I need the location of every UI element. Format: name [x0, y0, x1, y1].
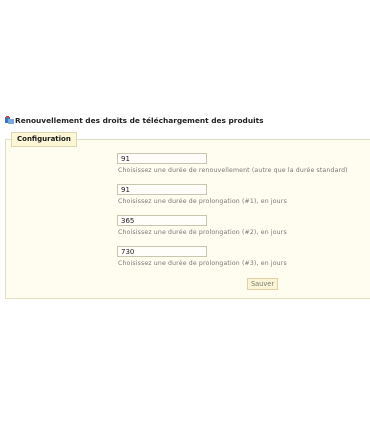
extension-3-input[interactable] — [117, 246, 207, 257]
extension-2-help: Choisissez une durée de prolongation (#2… — [118, 229, 287, 236]
configuration-legend: Configuration — [11, 132, 77, 147]
renewal-duration-input[interactable] — [117, 153, 207, 164]
extension-1-help: Choisissez une durée de prolongation (#1… — [118, 198, 287, 205]
extension-2-input[interactable] — [117, 215, 207, 226]
page-title: Renouvellement des droits de téléchargem… — [15, 115, 264, 125]
renewal-duration-help: Choisissez une durée de renouvellement (… — [118, 167, 348, 174]
page-header: Renouvellement des droits de téléchargem… — [5, 114, 264, 126]
module-icon — [5, 116, 14, 124]
extension-1-input[interactable] — [117, 184, 207, 195]
extension-3-help: Choisissez une durée de prolongation (#3… — [118, 260, 287, 267]
save-button[interactable]: Sauver — [247, 278, 278, 290]
